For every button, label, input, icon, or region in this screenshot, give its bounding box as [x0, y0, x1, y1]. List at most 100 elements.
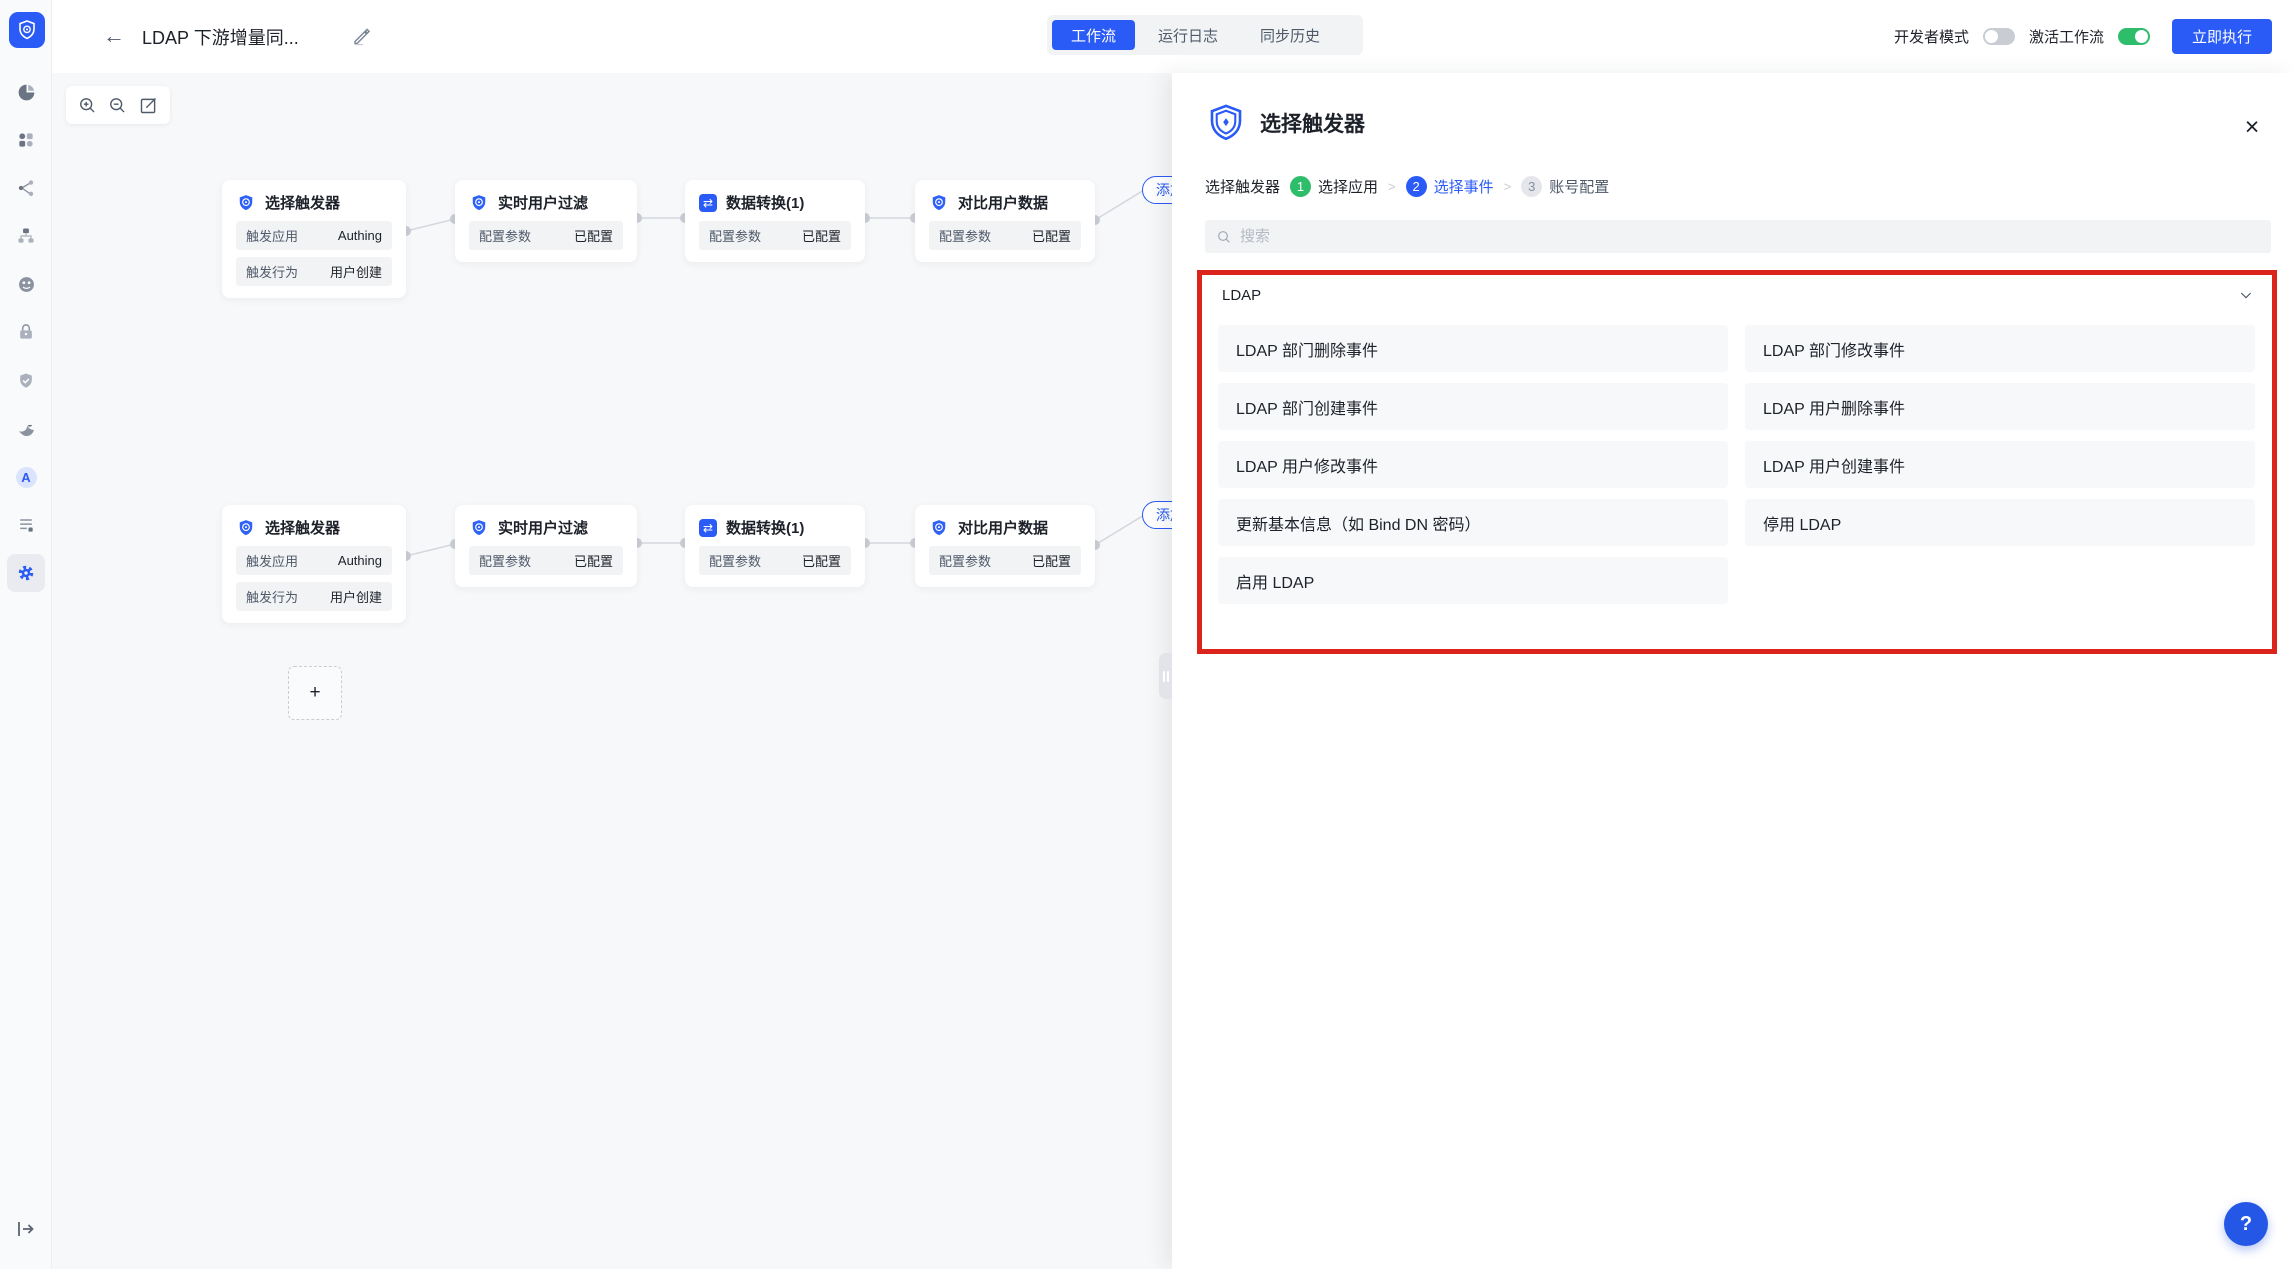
activate-workflow-toggle[interactable] — [2118, 28, 2150, 45]
event-item[interactable]: LDAP 用户创建事件 — [1745, 441, 2255, 488]
top-right-controls: 开发者模式 激活工作流 立即执行 — [1894, 0, 2272, 73]
row-value: 已配置 — [802, 551, 841, 570]
row-label: 触发行为 — [246, 262, 298, 281]
shield-outline-icon — [1205, 102, 1247, 144]
step-label: 选择应用 — [1318, 176, 1378, 197]
sidebar-item-shield-check[interactable] — [7, 362, 45, 400]
pie-chart-icon — [16, 82, 37, 103]
sidebar-item-audit-log[interactable] — [7, 506, 45, 544]
trigger-drawer: 选择触发器 × 选择触发器 1 选择应用 > 2 选择事件 > 3 账号配置 — [1172, 73, 2292, 1269]
node-config-row: 触发行为 用户创建 — [236, 582, 392, 611]
event-item[interactable]: LDAP 用户修改事件 — [1218, 441, 1728, 488]
step-label: 账号配置 — [1549, 176, 1609, 197]
step-account-config[interactable]: 3 账号配置 — [1521, 176, 1609, 197]
shield-icon — [469, 193, 489, 213]
step-separator: > — [1504, 179, 1512, 194]
sidebar-item-org-chart[interactable] — [7, 217, 45, 255]
row-value: 已配置 — [1032, 551, 1071, 570]
sidebar-item-settings[interactable] — [7, 554, 45, 592]
dev-mode-label: 开发者模式 — [1894, 26, 1969, 47]
sidebar-item-share[interactable] — [7, 169, 45, 207]
row-label: 配置参数 — [479, 226, 531, 245]
tab-workflow[interactable]: 工作流 — [1052, 20, 1135, 50]
event-item[interactable]: LDAP 部门创建事件 — [1218, 383, 1728, 430]
back-icon[interactable]: ← — [100, 22, 128, 50]
community-icon — [16, 274, 37, 295]
step-select-event[interactable]: 2 选择事件 — [1406, 176, 1494, 197]
shield-icon — [929, 193, 949, 213]
ldap-group-header[interactable]: LDAP — [1205, 276, 2271, 314]
row-value: 已配置 — [802, 226, 841, 245]
event-item[interactable]: 启用 LDAP — [1218, 557, 1728, 604]
tab-run-logs[interactable]: 运行日志 — [1139, 20, 1237, 50]
step-breadcrumb: 选择触发器 1 选择应用 > 2 选择事件 > 3 账号配置 — [1205, 176, 1609, 197]
node-transform[interactable]: ⇄ 数据转换(1) 配置参数 已配置 — [685, 505, 865, 587]
event-item[interactable]: LDAP 部门删除事件 — [1218, 325, 1728, 372]
zoom-out-icon[interactable] — [107, 94, 129, 116]
search-icon — [1216, 229, 1232, 245]
event-item[interactable]: LDAP 部门修改事件 — [1745, 325, 2255, 372]
transform-icon: ⇄ — [699, 194, 717, 212]
event-item[interactable]: 更新基本信息（如 Bind DN 密码） — [1218, 499, 1728, 546]
node-config-row: 触发应用 Authing — [236, 546, 392, 575]
org-chart-icon — [16, 226, 36, 246]
node-trigger[interactable]: 选择触发器 触发应用 Authing 触发行为 用户创建 — [222, 180, 406, 298]
step-select-app[interactable]: 1 选择应用 — [1290, 176, 1378, 197]
step-number: 2 — [1406, 176, 1427, 197]
close-icon[interactable]: × — [2238, 113, 2266, 141]
step-separator: > — [1388, 179, 1396, 194]
row-label: 配置参数 — [709, 226, 761, 245]
row-value: 已配置 — [574, 226, 613, 245]
edit-title-icon[interactable] — [352, 26, 372, 46]
node-title: 实时用户过滤 — [498, 517, 588, 538]
activate-workflow-label: 激活工作流 — [2029, 26, 2104, 47]
app-logo-shield-icon[interactable] — [9, 12, 45, 48]
node-transform[interactable]: ⇄ 数据转换(1) 配置参数 已配置 — [685, 180, 865, 262]
workflow-title: LDAP 下游增量同... — [142, 24, 299, 50]
node-config-row: 配置参数 已配置 — [469, 221, 623, 250]
node-compare[interactable]: 对比用户数据 配置参数 已配置 — [915, 505, 1095, 587]
node-filter[interactable]: 实时用户过滤 配置参数 已配置 — [455, 505, 637, 587]
event-item[interactable]: 停用 LDAP — [1745, 499, 2255, 546]
drawer-resize-handle[interactable] — [1159, 653, 1172, 699]
zoom-in-icon[interactable] — [76, 94, 98, 116]
step-number: 1 — [1290, 176, 1311, 197]
sidebar-item-community[interactable] — [7, 265, 45, 303]
node-compare[interactable]: 对比用户数据 配置参数 已配置 — [915, 180, 1095, 262]
transform-icon: ⇄ — [699, 519, 717, 537]
add-workflow-branch-button[interactable]: + — [288, 666, 342, 720]
toggle-knob — [2135, 30, 2148, 43]
toggle-knob — [1985, 30, 1998, 43]
sidebar-item-analytics[interactable] — [7, 73, 45, 111]
shield-icon — [236, 518, 256, 538]
node-config-row: 配置参数 已配置 — [699, 221, 851, 250]
run-now-button[interactable]: 立即执行 — [2172, 19, 2272, 54]
tab-sync-history[interactable]: 同步历史 — [1241, 20, 1339, 50]
shield-icon — [929, 518, 949, 538]
event-item[interactable]: LDAP 用户删除事件 — [1745, 383, 2255, 430]
node-filter[interactable]: 实时用户过滤 配置参数 已配置 — [455, 180, 637, 262]
search-input[interactable] — [1240, 228, 2260, 245]
sidebar-item-components[interactable] — [7, 121, 45, 159]
sidebar-item-security-lock[interactable] — [7, 313, 45, 351]
node-trigger[interactable]: 选择触发器 触发应用 Authing 触发行为 用户创建 — [222, 505, 406, 623]
expand-sidebar-icon[interactable] — [14, 1217, 38, 1241]
shield-icon — [469, 518, 489, 538]
sidebar-item-authing-a[interactable]: A — [7, 458, 45, 496]
node-title: 实时用户过滤 — [498, 192, 588, 213]
row-value: 用户创建 — [330, 587, 382, 606]
help-button[interactable]: ? — [2224, 1202, 2268, 1246]
a-badge-icon: A — [16, 467, 37, 488]
group-name: LDAP — [1222, 287, 1261, 304]
row-label: 配置参数 — [479, 551, 531, 570]
sidebar-item-bird[interactable] — [7, 410, 45, 448]
node-title: 数据转换(1) — [726, 517, 804, 538]
dev-mode-toggle[interactable] — [1983, 28, 2015, 45]
chevron-down-icon — [2238, 287, 2254, 303]
share-icon — [16, 178, 36, 198]
view-tabs: 工作流 运行日志 同步历史 — [1047, 15, 1363, 55]
edit-canvas-icon[interactable] — [138, 94, 160, 116]
node-config-row: 配置参数 已配置 — [699, 546, 851, 575]
lock-icon — [16, 322, 36, 342]
row-label: 配置参数 — [709, 551, 761, 570]
